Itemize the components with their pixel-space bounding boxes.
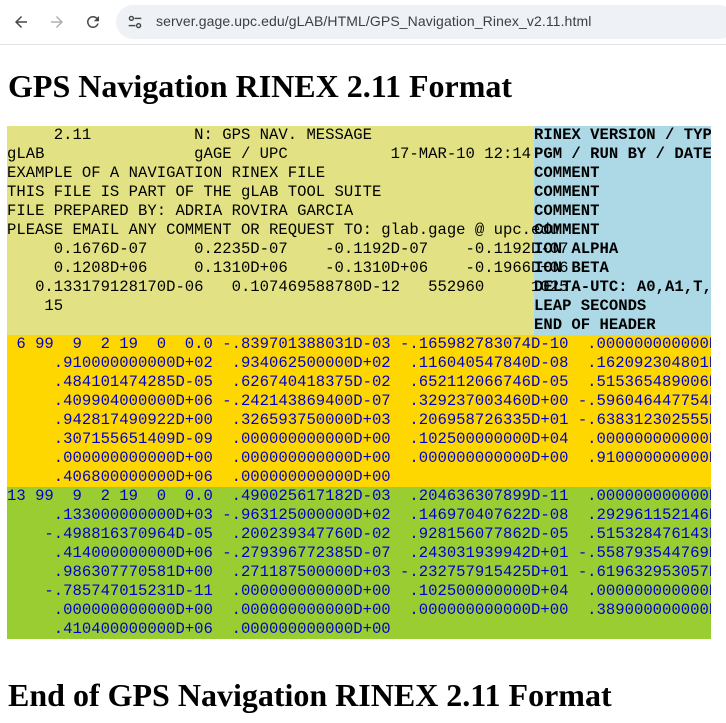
header-row: EXAMPLE OF A NAVIGATION RINEX FILE COMMEN… bbox=[7, 164, 711, 183]
record-line: .410400000000D+06 .000000000000D+00 bbox=[7, 620, 391, 638]
header-data: THIS FILE IS PART OF THE gLAB TOOL SUITE bbox=[7, 183, 534, 202]
record-line: .133000000000D+03 -.963125000000D+02 .14… bbox=[7, 506, 711, 524]
address-bar[interactable]: server.gage.upc.edu/gLAB/HTML/GPS_Naviga… bbox=[116, 5, 726, 39]
header-data: 2.11 N: GPS NAV. MESSAGE bbox=[7, 126, 534, 145]
header-row: 0.1208D+06 0.1310D+06 -0.1310D+06 -0.196… bbox=[7, 259, 711, 278]
header-data: FILE PREPARED BY: ADRIA ROVIRA GARCIA bbox=[7, 202, 534, 221]
header-label: COMMENT bbox=[534, 202, 711, 221]
header-label: RINEX VERSION / TYPE bbox=[534, 126, 711, 145]
header-row: PLEASE EMAIL ANY COMMENT OR REQUEST TO: … bbox=[7, 221, 711, 240]
header-row: FILE PREPARED BY: ADRIA ROVIRA GARCIA COM… bbox=[7, 202, 711, 221]
record-line: 13 99 9 2 19 0 0.0 .490025617182D-03 .20… bbox=[7, 487, 711, 505]
header-data: EXAMPLE OF A NAVIGATION RINEX FILE bbox=[7, 164, 534, 183]
record-line: .414000000000D+06 -.279396772385D-07 .24… bbox=[7, 544, 711, 562]
header-row: 0.133179128170D-06 0.107469588780D-12 55… bbox=[7, 278, 711, 297]
back-arrow-icon[interactable] bbox=[8, 9, 34, 35]
rinex-file-block: 2.11 N: GPS NAV. MESSAGE RINEX VERSION / … bbox=[7, 126, 711, 639]
record-line: .000000000000D+00 .000000000000D+00 .000… bbox=[7, 449, 711, 467]
satellite-record-prn-6: 6 99 9 2 19 0 0.0 -.839701388031D-03 -.1… bbox=[7, 335, 711, 487]
header-label: COMMENT bbox=[534, 183, 711, 202]
url-text[interactable]: server.gage.upc.edu/gLAB/HTML/GPS_Naviga… bbox=[156, 13, 591, 29]
header-data: PLEASE EMAIL ANY COMMENT OR REQUEST TO: … bbox=[7, 221, 560, 240]
end-title: End of GPS Navigation RINEX 2.11 Format bbox=[8, 677, 612, 713]
header-row: gLAB gAGE / UPC 17-MAR-10 12:14 PGM / RUN… bbox=[7, 145, 711, 164]
header-data bbox=[7, 316, 534, 335]
forward-arrow-icon[interactable] bbox=[44, 9, 70, 35]
header-data: 15 bbox=[7, 297, 534, 316]
record-line: -.498816370964D-05 .200239347760D-02 .92… bbox=[7, 525, 711, 543]
site-info-icon[interactable] bbox=[126, 13, 144, 31]
header-row: 15 LEAP SECONDS bbox=[7, 297, 711, 316]
record-line: .910000000000D+02 .934062500000D+02 .116… bbox=[7, 354, 711, 372]
header-row: THIS FILE IS PART OF THE gLAB TOOL SUITE… bbox=[7, 183, 711, 202]
header-label: PGM / RUN BY / DATE bbox=[534, 145, 711, 164]
header-data: 0.1208D+06 0.1310D+06 -0.1310D+06 -0.196… bbox=[7, 259, 569, 278]
header-data: gLAB gAGE / UPC 17-MAR-10 12:14 bbox=[7, 145, 534, 164]
satellite-record-prn-13: 13 99 9 2 19 0 0.0 .490025617182D-03 .20… bbox=[7, 487, 711, 639]
page-title: GPS Navigation RINEX 2.11 Format bbox=[8, 68, 512, 104]
record-line: .000000000000D+00 .000000000000D+00 .000… bbox=[7, 601, 711, 619]
header-row: 2.11 N: GPS NAV. MESSAGE RINEX VERSION / … bbox=[7, 126, 711, 145]
record-line: -.785747015231D-11 .000000000000D+00 .10… bbox=[7, 582, 711, 600]
header-label: END OF HEADER bbox=[534, 316, 711, 335]
record-line: .307155651409D-09 .000000000000D+00 .102… bbox=[7, 430, 711, 448]
record-line: .484101474285D-05 .626740418375D-02 .652… bbox=[7, 373, 711, 391]
record-line: .986307770581D+00 .271187500000D+03 -.23… bbox=[7, 563, 711, 581]
header-label: COMMENT bbox=[534, 221, 711, 240]
record-line: .409904000000D+06 -.242143869400D-07 .32… bbox=[7, 392, 711, 410]
header-data: 0.1676D-07 0.2235D-07 -0.1192D-07 -0.119… bbox=[7, 240, 569, 259]
browser-toolbar: server.gage.upc.edu/gLAB/HTML/GPS_Naviga… bbox=[0, 0, 726, 45]
header-label: LEAP SECONDS bbox=[534, 297, 711, 316]
header-label: COMMENT bbox=[534, 164, 711, 183]
header-row: END OF HEADER bbox=[7, 316, 711, 335]
record-line: .942817490922D+00 .326593750000D+03 .206… bbox=[7, 411, 711, 429]
reload-icon[interactable] bbox=[80, 9, 106, 35]
record-line: .406800000000D+06 .000000000000D+00 bbox=[7, 468, 391, 486]
rinex-header: 2.11 N: GPS NAV. MESSAGE RINEX VERSION / … bbox=[7, 126, 711, 335]
header-row: 0.1676D-07 0.2235D-07 -0.1192D-07 -0.119… bbox=[7, 240, 711, 259]
header-data: 0.133179128170D-06 0.107469588780D-12 55… bbox=[7, 278, 569, 297]
record-line: 6 99 9 2 19 0 0.0 -.839701388031D-03 -.1… bbox=[7, 335, 711, 353]
rinex-navigation-records: 6 99 9 2 19 0 0.0 -.839701388031D-03 -.1… bbox=[7, 335, 711, 639]
